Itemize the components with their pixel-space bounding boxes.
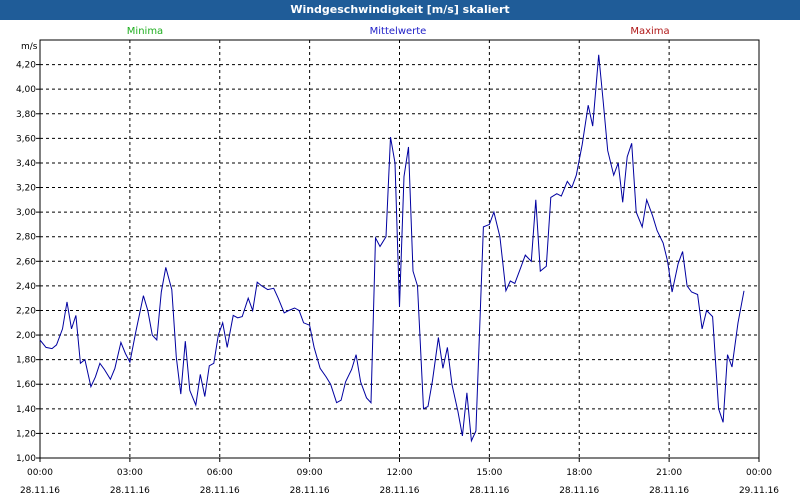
x-tick-date: 28.11.16: [290, 486, 330, 496]
x-tick-time: 09:00: [297, 468, 323, 478]
x-tick-time: 00:00: [27, 468, 53, 478]
x-tick-time: 21:00: [656, 468, 682, 478]
legend-maxima: Maxima: [630, 26, 669, 37]
x-tick-time: 00:00: [746, 468, 772, 478]
x-tick-date: 28.11.16: [20, 486, 60, 496]
y-tick-label: 3,80: [16, 110, 36, 120]
x-tick-time: 18:00: [566, 468, 592, 478]
y-tick-label: 1,20: [16, 429, 36, 439]
legend-mittelwerte: Mittelwerte: [370, 26, 427, 37]
x-tick-date: 28.11.16: [110, 486, 150, 496]
x-tick-date: 29.11.16: [739, 486, 779, 496]
y-axis: 1,00 1,20 1,40 1,60 1,80 2,00 2,20 2,40 2,60 2,80…: [16, 61, 40, 464]
y-tick-label: 2,40: [16, 282, 36, 292]
y-tick-label: 2,00: [16, 331, 36, 341]
x-tick-time: 15:00: [476, 468, 502, 478]
x-tick-date: 28.11.16: [379, 486, 419, 496]
legend-minima: Minima: [127, 26, 163, 37]
x-tick-date: 28.11.16: [200, 486, 240, 496]
y-tick-label: 1,60: [16, 380, 36, 390]
y-tick-label: 3,40: [16, 159, 36, 169]
y-tick-label: 4,20: [16, 61, 36, 71]
x-axis: 00:00 28.11.16 03:00 28.11.16 06:00 28.11.16 0…: [20, 458, 779, 496]
y-axis-unit: m/s: [21, 42, 38, 52]
x-tick-time: 06:00: [207, 468, 233, 478]
y-tick-label: 3,20: [16, 184, 36, 194]
x-tick-date: 28.11.16: [649, 486, 689, 496]
y-tick-label: 1,00: [16, 454, 36, 464]
y-tick-label: 2,60: [16, 257, 36, 267]
y-tick-label: 1,80: [16, 356, 36, 366]
wind-speed-chart: 1,00 1,20 1,40 1,60 1,80 2,00 2,20 2,40 2,60 2,80…: [16, 26, 779, 496]
y-tick-label: 2,20: [16, 306, 36, 316]
y-tick-label: 3,00: [16, 208, 36, 218]
y-tick-label: 3,60: [16, 134, 36, 144]
x-tick-date: 28.11.16: [469, 486, 509, 496]
x-tick-time: 03:00: [117, 468, 143, 478]
y-tick-label: 4,00: [16, 85, 36, 95]
y-tick-label: 1,40: [16, 405, 36, 415]
y-tick-label: 2,80: [16, 233, 36, 243]
x-tick-date: 28.11.16: [559, 486, 599, 496]
x-tick-time: 12:00: [387, 468, 413, 478]
